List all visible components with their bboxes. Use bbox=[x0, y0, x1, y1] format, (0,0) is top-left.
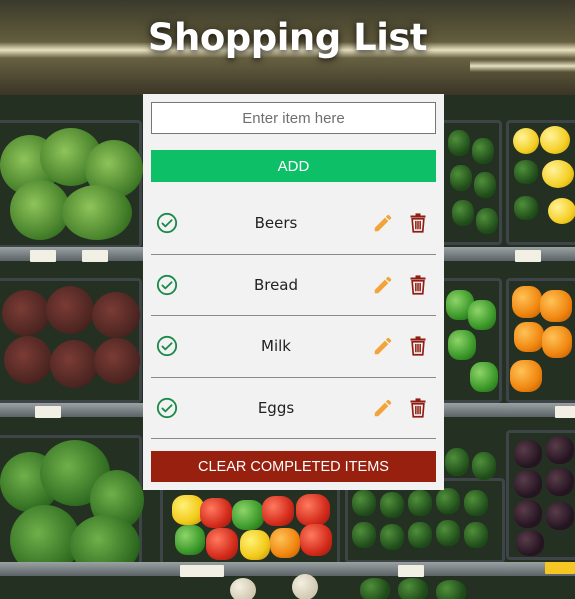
pencil-icon[interactable] bbox=[372, 212, 394, 234]
add-button[interactable]: ADD bbox=[151, 150, 436, 182]
trash-icon[interactable] bbox=[408, 212, 428, 234]
check-circle-icon[interactable] bbox=[156, 274, 178, 296]
item-input[interactable] bbox=[151, 102, 436, 134]
clear-completed-button[interactable]: CLEAR COMPLETED ITEMS bbox=[151, 451, 436, 482]
item-name: Milk bbox=[261, 337, 291, 355]
pencil-icon[interactable] bbox=[372, 274, 394, 296]
list-item: Beers bbox=[151, 193, 436, 255]
check-circle-icon[interactable] bbox=[156, 335, 178, 357]
list-item: Eggs bbox=[151, 378, 436, 439]
page-title: Shopping List bbox=[147, 16, 428, 59]
check-circle-icon[interactable] bbox=[156, 212, 178, 234]
list-item: Milk bbox=[151, 316, 436, 378]
shopping-list-card: ADD Beers Br bbox=[143, 94, 444, 490]
trash-icon[interactable] bbox=[408, 335, 428, 357]
trash-icon[interactable] bbox=[408, 274, 428, 296]
trash-icon[interactable] bbox=[408, 397, 428, 419]
shopping-list: Beers Bread Milk Eggs bbox=[151, 193, 436, 439]
pencil-icon[interactable] bbox=[372, 335, 394, 357]
item-name: Eggs bbox=[257, 398, 295, 417]
pencil-icon[interactable] bbox=[372, 397, 394, 419]
check-circle-icon[interactable] bbox=[156, 397, 178, 419]
list-item: Bread bbox=[151, 255, 436, 316]
item-name: Bread bbox=[253, 275, 299, 294]
item-name: Beers bbox=[254, 214, 298, 232]
